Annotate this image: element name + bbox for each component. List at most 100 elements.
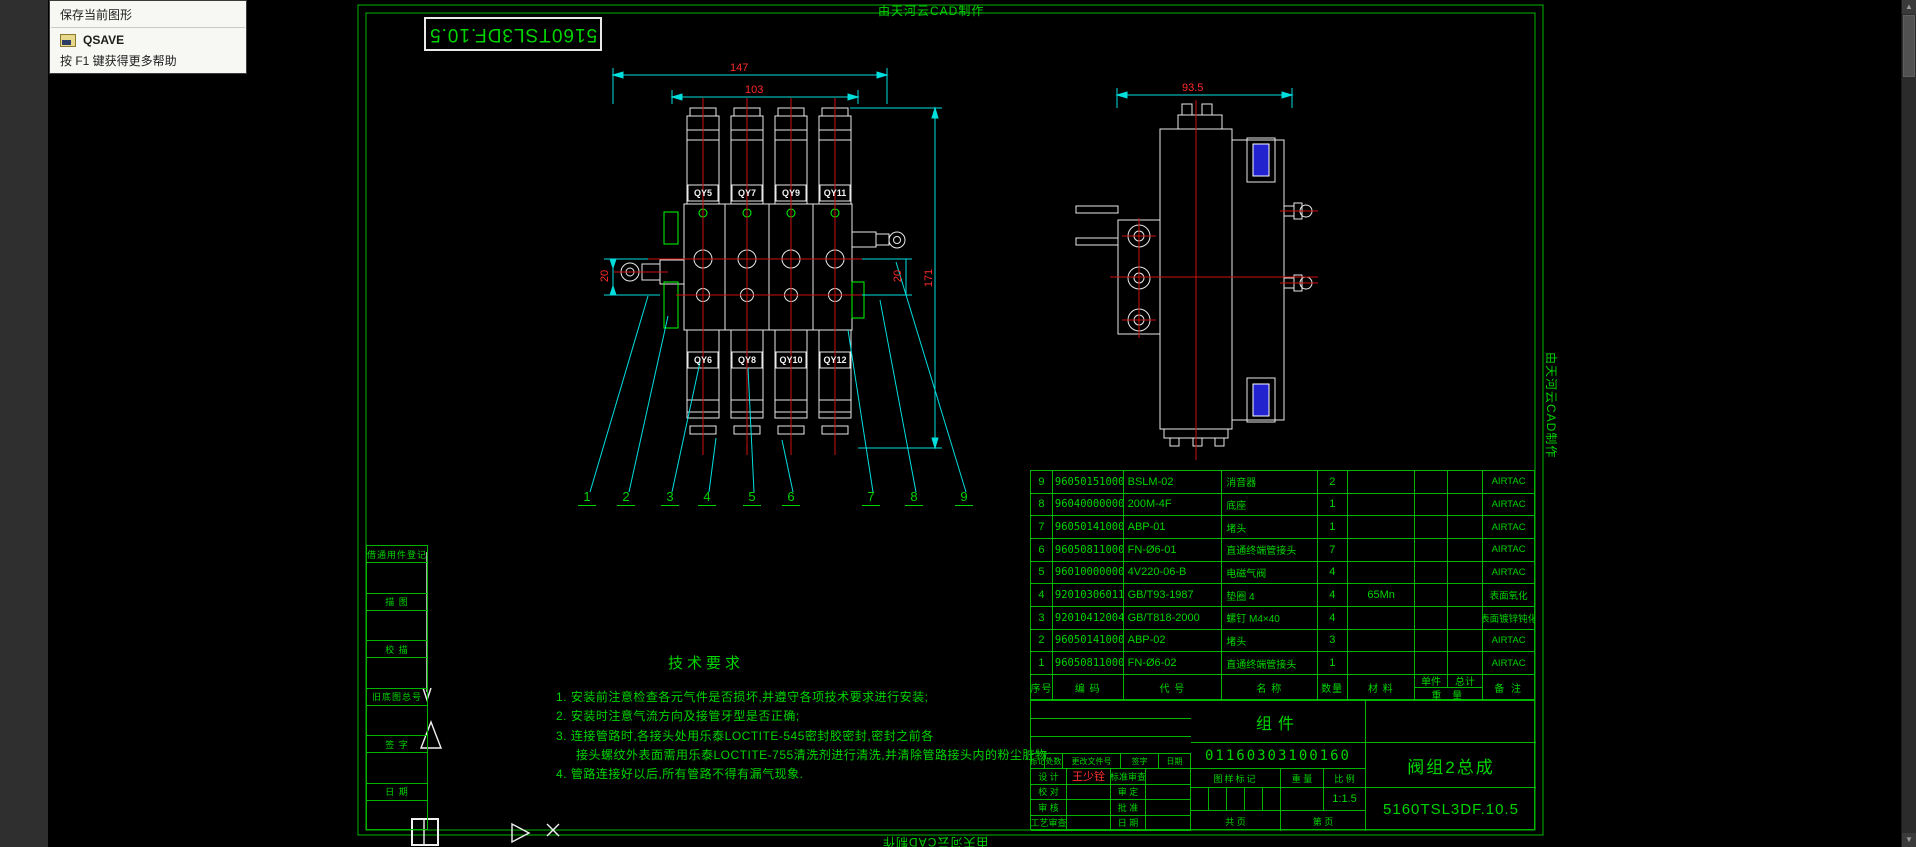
bom-cell-name: 直通终端管接头 <box>1222 538 1318 562</box>
table-row: 99605015100002BSLM-02消音器2 AIRTAC <box>1031 471 1534 494</box>
registration-form-row: 签 字 <box>366 735 428 783</box>
bom-cell-qty: 4 <box>1317 584 1348 607</box>
bom-cell-seq: 9 <box>1031 471 1053 494</box>
bom-cell-unit-weight <box>1415 652 1449 675</box>
registration-form-label: 旧底图总号 <box>367 689 427 706</box>
bom-cell-seq: 8 <box>1031 493 1053 517</box>
sign-cell: 审 核 <box>1031 800 1067 816</box>
bom-cell-seq: 2 <box>1031 629 1053 653</box>
bom-cell-unit-weight <box>1415 471 1449 494</box>
clamp-plates <box>663 208 865 329</box>
balloon-8: 8 <box>905 489 923 506</box>
bom-cell-designation: ABP-01 <box>1123 516 1223 539</box>
sign-cell: 标准审查 <box>1111 769 1146 785</box>
valve-tag-qy11: QY11 <box>823 187 847 198</box>
registration-form: 借通用件登记描 图校 描旧底图总号签 字日 期 <box>366 545 428 830</box>
dim-171: 171 <box>923 268 936 288</box>
revision-header-0: 标记 <box>1031 754 1045 769</box>
bom-cell-unit-weight <box>1415 538 1449 562</box>
qsave-tooltip: 保存当前图形 QSAVE 按 F1 键获得更多帮助 <box>49 0 247 74</box>
sign-cell: 设 计 <box>1031 769 1067 785</box>
revision-header-3: 签字 <box>1121 754 1159 769</box>
valve-tag-qy8: QY8 <box>737 354 756 365</box>
bom-cell-code: 9605015100002 <box>1052 471 1124 494</box>
balloon-5: 5 <box>743 489 761 506</box>
bom-cell-seq: 6 <box>1031 538 1053 562</box>
bom-cell-material <box>1347 629 1416 653</box>
bom-cell-remark: AIRTAC <box>1483 562 1534 585</box>
side-view <box>1075 103 1313 447</box>
sign-cell <box>1067 784 1111 800</box>
bom-cell-seq: 3 <box>1031 606 1053 630</box>
bom-header-remark: 备 注 <box>1494 684 1523 696</box>
bom-cell-total-weight <box>1448 471 1484 494</box>
valve-tag-qy5: QY5 <box>693 187 712 198</box>
balloon-1: 1 <box>578 489 596 506</box>
bom-header-seq: 序号 <box>1031 674 1053 701</box>
registration-form-row: 描 图 <box>366 592 428 640</box>
bom-cell-unit-weight <box>1415 584 1449 607</box>
qsave-icon <box>60 33 76 47</box>
part-type: 组件 <box>1191 701 1366 743</box>
bom-cell-code: 9201041200401 <box>1052 606 1124 630</box>
bom-cell-name: 螺钉 M4×40 <box>1222 606 1318 630</box>
watermark-top: 由天河云CAD制作 <box>878 4 985 18</box>
table-row: 79605014100001ABP-01堵头1 AIRTAC <box>1031 516 1534 539</box>
bom-cell-designation: FN-Ø6-02 <box>1123 652 1223 675</box>
scroll-up-button[interactable]: ▲ <box>1902 0 1916 14</box>
cad-application-window: ▲ ▼ 保存当前图形 QSAVE 按 F1 键获得更多帮助 由天河云CAD制作 … <box>0 0 1916 847</box>
front-view <box>620 107 906 435</box>
bom-cell-designation: GB/T818-2000 <box>1123 606 1223 630</box>
bom-cell-material <box>1347 493 1416 517</box>
datum-marks <box>411 552 560 846</box>
sign-cell <box>1067 815 1111 831</box>
balloon-9: 9 <box>955 489 973 506</box>
valve-tag-qy6: QY6 <box>693 354 712 365</box>
bom-cell-material <box>1347 606 1416 630</box>
scroll-down-button[interactable]: ▼ <box>1902 833 1916 847</box>
bom-header-weight: 重 量 <box>1431 690 1467 702</box>
sign-cell: 王少铨 <box>1067 769 1111 785</box>
bom-cell-unit-weight <box>1415 493 1449 517</box>
stamp-box: 5160TSL3DF.10.5 <box>424 17 602 51</box>
registration-form-label: 借通用件登记 <box>367 546 427 563</box>
table-row: 39201041200401GB/T818-2000螺钉 M4×404 表面镀锌钝… <box>1031 606 1534 630</box>
balloon-3: 3 <box>661 489 679 506</box>
bom-cell-unit-weight <box>1415 516 1449 539</box>
bom-cell-unit-weight <box>1415 561 1449 585</box>
valve-tag-qy10: QY10 <box>779 354 803 365</box>
registration-form-row: 日 期 <box>366 782 428 830</box>
bom-cell-seq: 4 <box>1031 584 1053 607</box>
tech-requirement-line: 2. 安装时注意气流方向及接管牙型是否正确; <box>556 709 800 723</box>
valve-tag-qy9: QY9 <box>781 187 800 198</box>
sign-cell: 日 期 <box>1111 815 1146 831</box>
scale-value: 1:1.5 <box>1324 788 1366 811</box>
tech-requirement-line: 3. 连接管路时,各接头处用乐泰LOCTITE-545密封胶密封,密封之前各 <box>556 729 934 743</box>
dim-93-5: 93.5 <box>1182 82 1204 94</box>
registration-form-label: 校 描 <box>367 641 427 658</box>
valve-tag-qy12: QY12 <box>823 354 847 365</box>
vertical-scrollbar[interactable]: ▲ ▼ <box>1901 0 1916 847</box>
table-row: 49201030601101GB/T93-1987垫圈 4465Mn表面氧化 <box>1031 584 1534 607</box>
registration-form-row: 旧底图总号 <box>366 687 428 735</box>
drawing-canvas[interactable] <box>0 0 1916 847</box>
sign-cell: 校 对 <box>1031 784 1067 800</box>
table-row: 29605014100002ABP-02堵头3 AIRTAC <box>1031 629 1534 653</box>
bom-cell-qty: 1 <box>1317 516 1348 539</box>
valve-tag-qy7: QY7 <box>737 187 756 198</box>
tooltip-command: QSAVE <box>83 33 125 47</box>
title-block: 标记处数更改文件号签字日期 设 计王少铨标准审查校 对 审 定审 核 批 准工艺审查… <box>1030 700 1536 831</box>
revision-header-4: 日期 <box>1159 754 1191 769</box>
bom-cell-name: 垫圈 4 <box>1222 584 1318 607</box>
bom-cell-designation: 4V220-06-B <box>1123 561 1223 585</box>
tooltip-hint: 按 F1 键获得更多帮助 <box>60 54 177 68</box>
bom-cell-remark: AIRTAC <box>1483 471 1534 494</box>
product-name: 阀组2总成 <box>1366 743 1536 788</box>
balloon-4: 4 <box>698 489 716 506</box>
bom-cell-total-weight <box>1448 629 1484 653</box>
scrollbar-thumb[interactable] <box>1903 15 1915 77</box>
bom-cell-total-weight <box>1448 493 1484 517</box>
bom-header-total: 总计 <box>1454 677 1475 689</box>
bom-cell-qty: 1 <box>1317 493 1348 517</box>
bom-cell-remark: AIRTAC <box>1483 652 1534 675</box>
